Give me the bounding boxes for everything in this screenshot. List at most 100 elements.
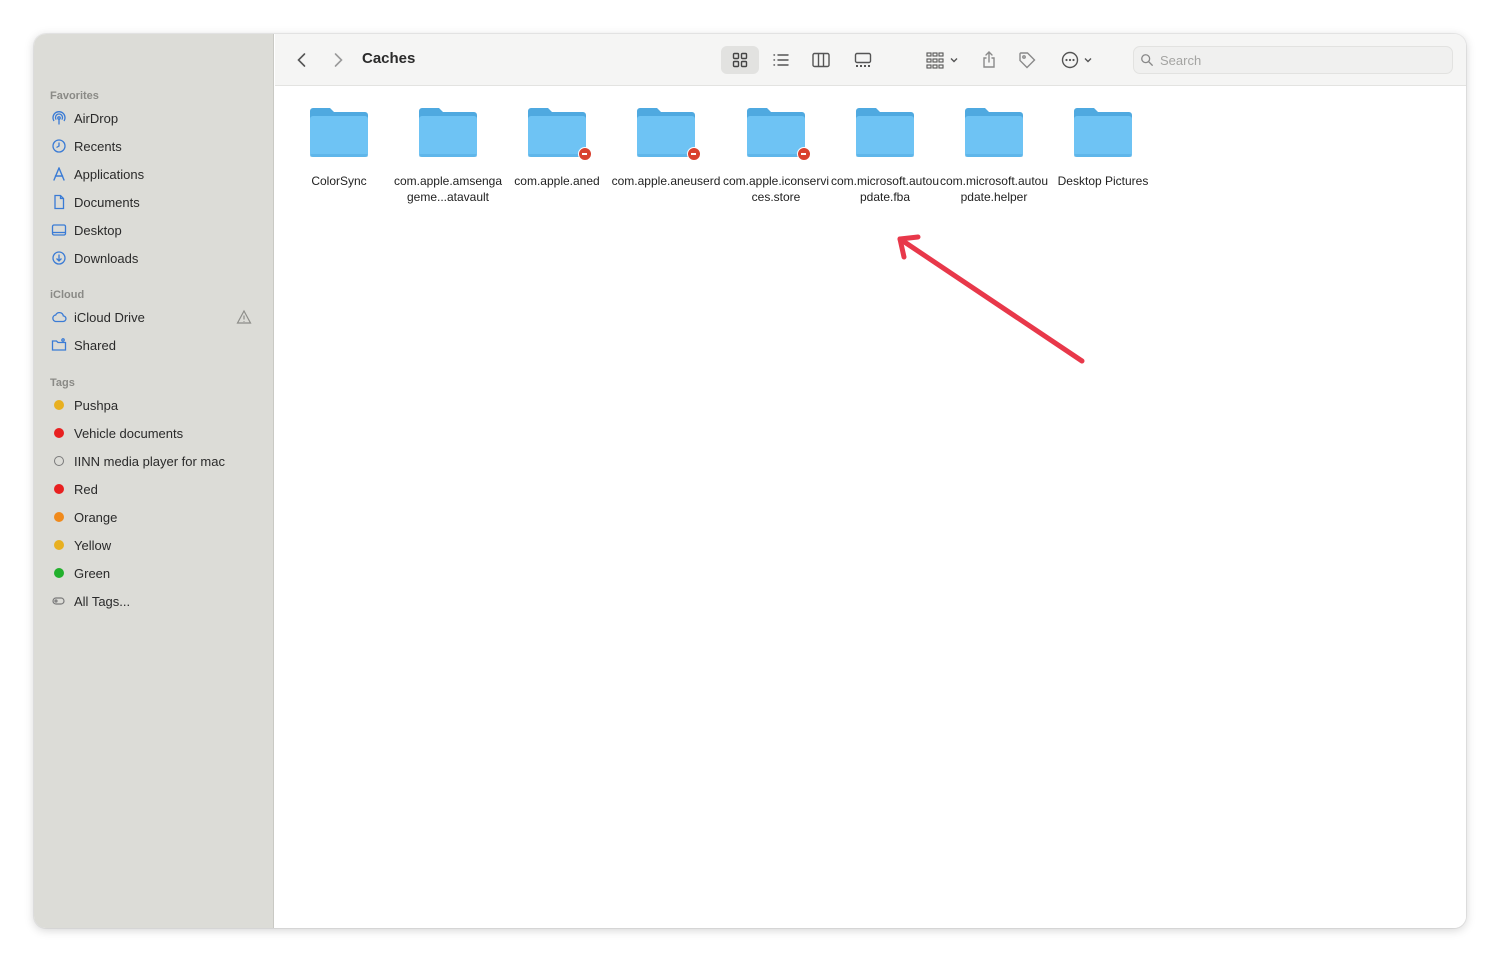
gallery-icon (854, 52, 872, 67)
sidebar-item-label: Orange (74, 509, 118, 525)
folder-item[interactable]: com.apple.aneuserd (611, 105, 721, 189)
tag-color-dot (54, 484, 64, 494)
sidebar-item-label: All Tags... (74, 593, 131, 609)
no-access-badge-icon (687, 147, 701, 161)
list-view-button[interactable] (763, 46, 799, 74)
folder-icon (308, 105, 370, 159)
file-name: ColorSync (311, 174, 367, 188)
sidebar-item-label: Vehicle documents (74, 425, 184, 441)
sidebar-item-applications[interactable]: Applications (50, 162, 260, 186)
tag-button[interactable] (1013, 46, 1041, 74)
sidebar-item-icloud-drive[interactable]: iCloud Drive (50, 305, 260, 329)
sidebar-section-favorites: Favorites (50, 90, 99, 102)
shared-folder-icon (50, 336, 68, 354)
chevron-left-icon (297, 53, 306, 67)
tag-color-dot (54, 428, 64, 438)
group-by-button[interactable] (919, 46, 963, 74)
warning-icon[interactable] (236, 309, 252, 325)
folder-item[interactable]: Desktop Pictures (1048, 105, 1158, 189)
sidebar-section-tags: Tags (50, 377, 75, 389)
search-field[interactable] (1133, 46, 1453, 74)
cloud-icon (50, 308, 68, 326)
desktop-icon (50, 221, 68, 239)
sidebar-tag-red[interactable]: Red (50, 477, 260, 501)
folder-icon (854, 105, 916, 159)
file-grid: ColorSync com.apple.amsengageme...atavau… (275, 87, 1466, 928)
list-icon (773, 54, 789, 66)
sidebar-item-desktop[interactable]: Desktop (50, 218, 260, 242)
sidebar-item-label: Documents (74, 194, 140, 210)
document-icon (50, 193, 68, 211)
sidebar-tag-green[interactable]: Green (50, 561, 260, 585)
sidebar-item-label: AirDrop (74, 110, 119, 126)
tag-color-dot (54, 512, 64, 522)
folder-item[interactable]: com.apple.iconservices.store (721, 105, 831, 205)
sidebar-item-airdrop[interactable]: AirDrop (50, 106, 260, 130)
sidebar-item-label: Downloads (74, 250, 139, 266)
toolbar: Caches (275, 34, 1466, 86)
chevron-right-icon (334, 53, 343, 67)
sidebar-item-label: IINN media player for mac (74, 453, 225, 469)
folder-item[interactable]: com.apple.aned (502, 105, 612, 189)
file-name: Desktop Pictures (1057, 174, 1149, 188)
share-button[interactable] (975, 46, 1003, 74)
file-name: com.apple.aneuserd (611, 174, 721, 188)
file-name: com.microsoft.autoupdate.helper (939, 174, 1049, 204)
sidebar-tag-vehicle-documents[interactable]: Vehicle documents (50, 421, 260, 445)
sidebar-item-label: Recents (74, 138, 122, 154)
chevron-down-icon (1084, 58, 1091, 63)
clock-icon (50, 137, 68, 155)
search-input[interactable] (1160, 52, 1430, 68)
file-name: com.apple.amsengageme...atavault (393, 174, 503, 204)
folder-icon (745, 105, 811, 161)
sidebar-tag-pushpa[interactable]: Pushpa (50, 393, 260, 417)
sidebar-item-label: Green (74, 565, 111, 581)
sidebar-section-icloud: iCloud (50, 289, 85, 301)
icon-view-button[interactable] (721, 46, 759, 74)
no-access-badge-icon (797, 147, 811, 161)
folder-item[interactable]: com.microsoft.autoupdate.helper (939, 105, 1049, 205)
tag-color-dot (54, 400, 64, 410)
sidebar-tag-yellow[interactable]: Yellow (50, 533, 260, 557)
back-button[interactable] (289, 46, 315, 74)
sidebar-item-downloads[interactable]: Downloads (50, 246, 260, 270)
forward-button[interactable] (325, 46, 351, 74)
sidebar-item-recents[interactable]: Recents (50, 134, 260, 158)
group-grid-icon (925, 52, 944, 69)
search-icon (1141, 54, 1153, 66)
folder-item[interactable]: com.apple.amsengageme...atavault (393, 105, 503, 205)
sidebar-tag-all-tags[interactable]: All Tags... (50, 589, 260, 613)
tag-icon (1019, 52, 1036, 69)
folder-item[interactable]: ColorSync (284, 105, 394, 189)
sidebar-item-label: Applications (74, 166, 145, 182)
tag-color-dot (54, 568, 64, 578)
folder-icon (963, 105, 1025, 159)
airdrop-icon (50, 109, 68, 127)
folder-icon (417, 105, 479, 159)
sidebar-item-label: Shared (74, 337, 116, 353)
applications-icon (50, 165, 68, 183)
file-name: com.apple.iconservices.store (722, 174, 830, 204)
file-name: com.microsoft.autoupdate.fba (830, 174, 940, 204)
grid-icon (732, 52, 748, 68)
finder-window: Favorites AirDrop Recents Applications D… (34, 34, 1466, 928)
sidebar-tag-orange[interactable]: Orange (50, 505, 260, 529)
chevron-down-icon (950, 58, 957, 63)
sidebar-tag-iinn-media-player[interactable]: IINN media player for mac (50, 449, 260, 473)
no-access-badge-icon (578, 147, 592, 161)
file-name: com.apple.aned (514, 174, 600, 188)
column-view-button[interactable] (803, 46, 839, 74)
folder-icon (526, 105, 592, 161)
tag-color-dot (54, 456, 64, 466)
share-icon (983, 51, 995, 68)
sidebar-item-label: Desktop (74, 222, 122, 238)
folder-item[interactable]: com.microsoft.autoupdate.fba (830, 105, 940, 205)
folder-icon (635, 105, 701, 161)
tag-color-dot (54, 540, 64, 550)
window-title: Caches (362, 50, 416, 67)
sidebar-item-shared[interactable]: Shared (50, 333, 260, 357)
all-tags-icon (50, 592, 68, 610)
gallery-view-button[interactable] (845, 46, 881, 74)
sidebar-item-documents[interactable]: Documents (50, 190, 260, 214)
more-actions-button[interactable] (1055, 46, 1097, 74)
